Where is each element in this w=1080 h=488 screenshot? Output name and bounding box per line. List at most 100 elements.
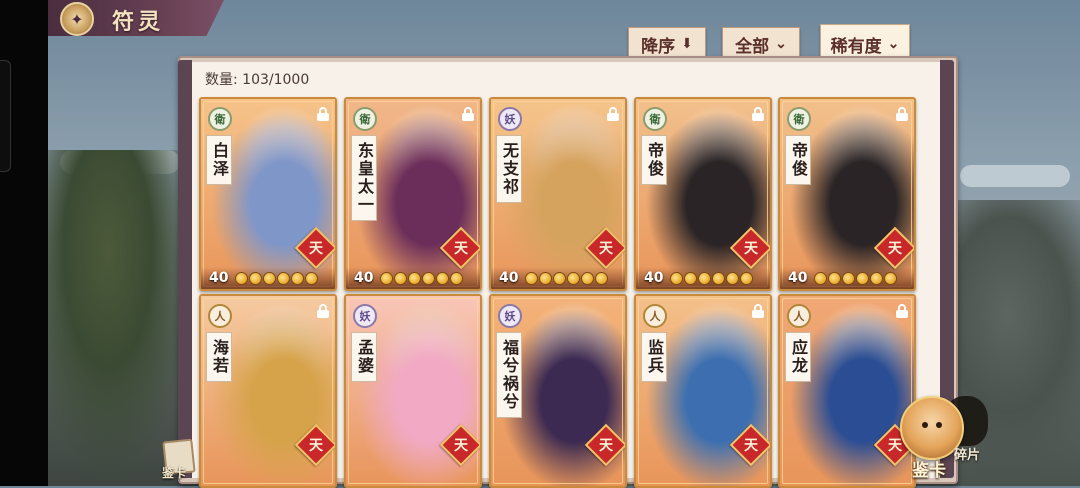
character-name: 监兵: [641, 332, 667, 382]
star-icon: [870, 272, 883, 285]
star-icon: [567, 272, 580, 285]
star-rating: [235, 272, 318, 285]
star-icon: [698, 272, 711, 285]
character-name: 白泽: [206, 135, 232, 185]
lock-icon[interactable]: [317, 304, 329, 318]
chevron-down-icon: ⌄: [887, 36, 900, 52]
filter-all-label: 全部: [735, 36, 770, 57]
character-name: 无支祁: [496, 135, 522, 203]
lock-icon[interactable]: [317, 107, 329, 121]
character-card[interactable]: 衛帝俊天 40: [634, 97, 772, 291]
rank-label: 天: [309, 438, 323, 454]
character-card[interactable]: 人监兵天: [634, 294, 772, 488]
character-card[interactable]: 人应龙天: [778, 294, 916, 488]
character-card[interactable]: 衛帝俊天 40: [778, 97, 916, 291]
device-notch: [0, 60, 11, 172]
character-card[interactable]: 衛白泽天 40: [199, 97, 337, 291]
character-card[interactable]: 妖福兮祸兮天: [489, 294, 627, 488]
faction-badge-icon: 人: [208, 304, 232, 328]
faction-badge-icon: 衛: [787, 107, 811, 131]
level-label: 40: [644, 270, 664, 286]
faction-badge-icon: 衛: [643, 107, 667, 131]
star-icon: [450, 272, 463, 285]
star-icon: [525, 272, 538, 285]
character-card[interactable]: 衛东皇太一天 40: [344, 97, 482, 291]
faction-badge-icon: 衛: [208, 107, 232, 131]
star-icon: [828, 272, 841, 285]
star-icon: [394, 272, 407, 285]
star-icon: [277, 272, 290, 285]
star-icon: [595, 272, 608, 285]
character-name: 帝俊: [785, 135, 811, 185]
star-icon: [436, 272, 449, 285]
character-name: 海若: [206, 332, 232, 382]
rank-label: 天: [599, 241, 613, 257]
faction-badge-icon: 妖: [498, 107, 522, 131]
fragment-label: 碎片: [954, 448, 981, 463]
rank-label: 天: [744, 241, 758, 257]
level-label: 40: [788, 270, 808, 286]
star-icon: [553, 272, 566, 285]
scenery-left: [48, 150, 198, 486]
star-icon: [856, 272, 869, 285]
star-icon: [884, 272, 897, 285]
star-rating: [525, 272, 608, 285]
lock-icon[interactable]: [896, 107, 908, 121]
back-emblem-icon[interactable]: ✦: [60, 2, 94, 36]
star-icon: [291, 272, 304, 285]
rank-label: 天: [888, 241, 902, 257]
character-name: 东皇太一: [351, 135, 377, 221]
star-icon: [539, 272, 552, 285]
star-icon: [670, 272, 683, 285]
lock-icon[interactable]: [607, 107, 619, 121]
star-icon: [581, 272, 594, 285]
rank-label: 天: [454, 438, 468, 454]
star-icon: [684, 272, 697, 285]
mascot-eye: [922, 422, 928, 428]
star-icon: [249, 272, 262, 285]
star-icon: [814, 272, 827, 285]
faction-badge-icon: 衛: [353, 107, 377, 131]
rank-label: 天: [309, 241, 323, 257]
chevron-down-icon: ⌄: [775, 36, 787, 52]
sort-order-label: 降序: [641, 36, 676, 57]
faction-badge-icon: 妖: [498, 304, 522, 328]
star-icon: [740, 272, 753, 285]
character-card[interactable]: 人海若天: [199, 294, 337, 488]
rank-label: 天: [454, 241, 468, 257]
lock-icon[interactable]: [752, 107, 764, 121]
star-icon: [422, 272, 435, 285]
star-icon: [842, 272, 855, 285]
star-icon: [235, 272, 248, 285]
level-label: 40: [209, 270, 229, 286]
character-name: 应龙: [785, 332, 811, 382]
level-label: 40: [499, 270, 519, 286]
card-count: 数量: 103/1000: [205, 72, 310, 88]
star-icon: [263, 272, 276, 285]
faction-badge-icon: 人: [643, 304, 667, 328]
character-card[interactable]: 妖孟婆天: [344, 294, 482, 488]
panel-scrollbar-left[interactable]: [178, 60, 192, 478]
star-rating: [670, 272, 753, 285]
rank-label: 天: [599, 438, 613, 454]
faction-badge-icon: 人: [787, 304, 811, 328]
character-name: 孟婆: [351, 332, 377, 382]
star-rating: [380, 272, 463, 285]
rank-label: 天: [744, 438, 758, 454]
star-icon: [712, 272, 725, 285]
page-title: 符灵: [112, 9, 165, 35]
character-card[interactable]: 妖无支祁天 40: [489, 97, 627, 291]
arrow-down-icon: ⬇: [681, 36, 693, 52]
star-icon: [305, 272, 318, 285]
lock-icon[interactable]: [896, 304, 908, 318]
character-name: 福兮祸兮: [496, 332, 522, 418]
lock-icon[interactable]: [462, 107, 474, 121]
rarity-filter-label: 稀有度: [830, 36, 882, 57]
card-pack-label: 鉴卡: [162, 466, 187, 480]
star-rating: [814, 272, 897, 285]
appraise-label: 鉴卡: [912, 461, 946, 481]
cloud: [960, 165, 1070, 187]
star-icon: [380, 272, 393, 285]
level-label: 40: [354, 270, 374, 286]
lock-icon[interactable]: [752, 304, 764, 318]
